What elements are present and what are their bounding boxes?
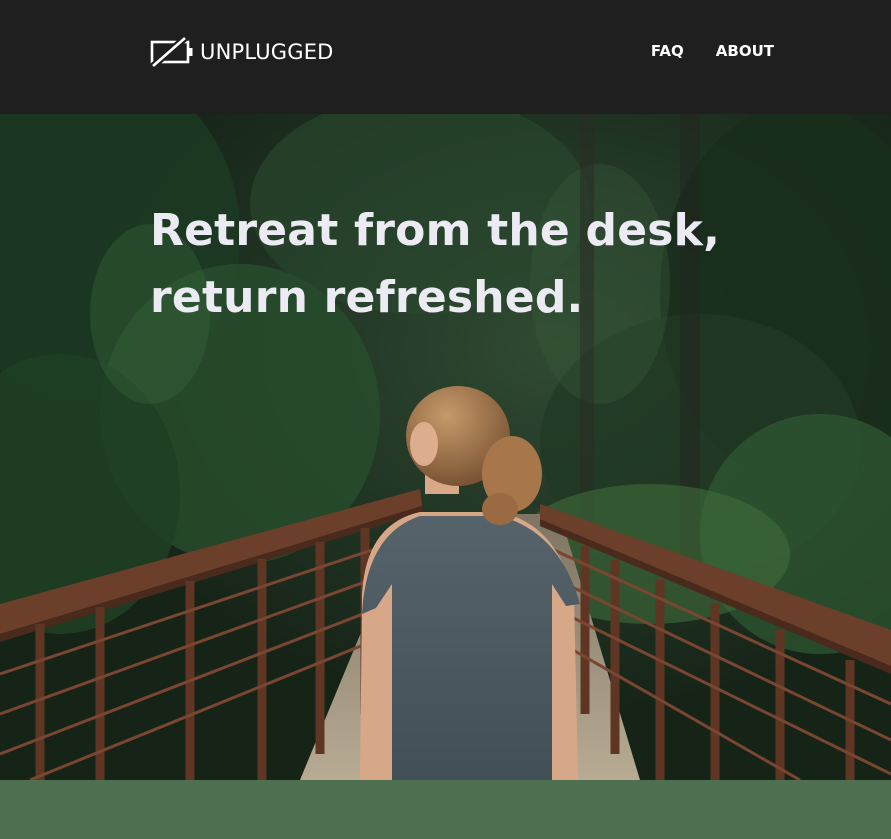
hero-headline-line-2: return refreshed. [150,272,584,323]
green-section-band [0,780,891,839]
hero-section: Retreat from the desk, return refreshed. [0,114,891,780]
nav-link-about[interactable]: ABOUT [716,40,774,62]
logo-text: UNPLUGGED [200,40,334,64]
hero-headline-line-1: Retreat from the desk, [150,205,720,256]
logo-link[interactable]: UNPLUGGED [150,35,334,69]
nav-link-faq[interactable]: FAQ [651,40,684,62]
main-nav: FAQ ABOUT [651,40,774,62]
unplugged-battery-icon [150,35,194,69]
hero-headline: Retreat from the desk, return refreshed. [150,197,770,331]
site-header: UNPLUGGED FAQ ABOUT [0,0,891,114]
